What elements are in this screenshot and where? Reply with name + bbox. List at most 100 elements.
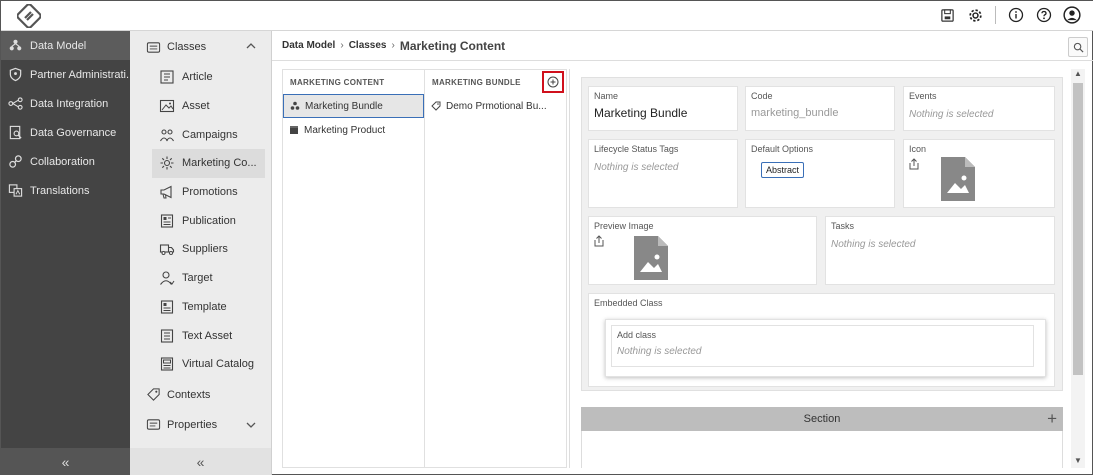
marketing-bundle-column: MARKETING BUNDLE Demo Prmotional Bu...: [425, 69, 567, 468]
class-properties-panel: Name Marketing Bundle Code marketing_bun…: [581, 77, 1063, 391]
field-value: Marketing Bundle: [594, 106, 688, 120]
breadcrumb-classes[interactable]: Classes: [349, 40, 387, 51]
help-icon[interactable]: [1034, 5, 1054, 25]
classes-icon: [146, 41, 161, 53]
list-item-label: Marketing Product: [304, 124, 386, 136]
search-icon: [1073, 42, 1084, 53]
class-label: Virtual Catalog: [182, 358, 254, 371]
abstract-chip[interactable]: Abstract: [761, 162, 805, 178]
group-properties[interactable]: Properties: [130, 411, 271, 439]
class-item-article[interactable]: Article: [130, 63, 271, 92]
field-label: Embedded Class: [594, 298, 663, 308]
class-item-publication[interactable]: Publication: [130, 206, 271, 235]
nav-item-data-integration[interactable]: Data Integration: [1, 89, 130, 118]
upload-icon[interactable]: [909, 158, 919, 170]
nav-label: Data Governance: [30, 126, 117, 139]
events-field[interactable]: Events Nothing is selected: [903, 86, 1055, 131]
breadcrumb-data-model[interactable]: Data Model: [282, 40, 335, 51]
group-classes[interactable]: Classes: [130, 31, 271, 63]
truck-icon: [159, 244, 175, 256]
add-section-button[interactable]: +: [1047, 409, 1057, 429]
nav-item-partner-administration[interactable]: Partner Administrati...: [1, 60, 130, 89]
image-placeholder-icon: [634, 236, 668, 280]
image-icon: [159, 99, 175, 113]
nav-item-data-governance[interactable]: Data Governance: [1, 118, 130, 147]
classes-sidebar: Classes Article Asset Campaigns Marketin…: [130, 31, 272, 475]
class-item-marketing-content[interactable]: Marketing Co...: [152, 149, 265, 178]
list-item-marketing-bundle[interactable]: Marketing Bundle: [283, 94, 424, 118]
class-item-campaigns[interactable]: Campaigns: [130, 120, 271, 149]
add-class-field[interactable]: Add class Nothing is selected: [611, 325, 1034, 367]
integration-icon: [8, 97, 23, 110]
class-item-text-asset[interactable]: Text Asset: [130, 321, 271, 350]
nav-label: Translations: [30, 184, 90, 197]
class-label: Suppliers: [182, 243, 228, 256]
marketing-content-column: MARKETING CONTENT Marketing Bundle Marke…: [282, 69, 425, 468]
field-label: Name: [594, 91, 619, 101]
class-label: Marketing Co...: [182, 157, 257, 170]
upload-icon[interactable]: [594, 235, 604, 247]
field-value: Nothing is selected: [594, 162, 679, 173]
class-item-suppliers[interactable]: Suppliers: [130, 235, 271, 264]
translations-icon: [8, 184, 23, 197]
code-field[interactable]: Code marketing_bundle: [745, 86, 895, 131]
detail-scrollbar[interactable]: ▲ ▼: [1071, 69, 1085, 468]
nav-item-translations[interactable]: Translations: [1, 176, 130, 205]
scrollbar-thumb[interactable]: [1073, 83, 1083, 375]
lifecycle-status-tags-field[interactable]: Lifecycle Status Tags Nothing is selecte…: [588, 139, 738, 208]
collaboration-icon: [9, 155, 22, 168]
chevron-down-icon[interactable]: [245, 419, 257, 431]
text-asset-icon: [160, 328, 174, 343]
search-button[interactable]: [1068, 37, 1088, 57]
scroll-up-icon[interactable]: ▲: [1071, 69, 1085, 81]
class-item-promotions[interactable]: Promotions: [130, 178, 271, 207]
template-icon: [160, 300, 174, 314]
tasks-field[interactable]: Tasks Nothing is selected: [825, 216, 1055, 285]
gear-icon[interactable]: [965, 5, 985, 25]
main-sidebar: Data Model Partner Administrati... Data …: [1, 31, 130, 475]
field-label: Code: [751, 91, 773, 101]
group-contexts[interactable]: Contexts: [130, 379, 271, 411]
breadcrumb-separator: ›: [340, 40, 344, 51]
nav-item-collaboration[interactable]: Collaboration: [1, 147, 130, 176]
class-item-template[interactable]: Template: [130, 293, 271, 322]
info-icon[interactable]: [1006, 5, 1026, 25]
bundle-icon: [290, 101, 300, 110]
field-value: Nothing is selected: [617, 346, 702, 357]
list-item-label: Demo Prmotional Bu...: [446, 100, 547, 112]
chevron-up-icon[interactable]: [245, 40, 257, 52]
app-logo-icon[interactable]: [17, 4, 41, 28]
scroll-down-icon[interactable]: ▼: [1071, 456, 1085, 468]
add-class-button[interactable]: [542, 71, 564, 93]
catalog-icon: [160, 357, 174, 371]
divider: [995, 6, 996, 24]
nav-item-data-model[interactable]: Data Model: [1, 31, 130, 60]
save-icon[interactable]: [937, 5, 957, 25]
group-label: Properties: [167, 418, 218, 431]
group-label: Classes: [167, 41, 207, 53]
class-label: Publication: [182, 214, 236, 227]
class-item-target[interactable]: Target: [130, 264, 271, 293]
field-label: Events: [909, 91, 937, 101]
marketing-content-icon: [160, 156, 174, 170]
name-field[interactable]: Name Marketing Bundle: [588, 86, 738, 131]
group-label: Contexts: [167, 388, 211, 401]
class-label: Promotions: [182, 186, 238, 199]
nav-label: Partner Administrati...: [30, 68, 130, 81]
list-item-demo-promotional-bundle[interactable]: Demo Prmotional Bu...: [425, 94, 566, 118]
nav-label: Collaboration: [30, 155, 95, 168]
person-icon: [160, 271, 175, 285]
tag-icon: [431, 101, 441, 111]
list-item-marketing-product[interactable]: Marketing Product: [283, 118, 424, 142]
class-label: Article: [182, 71, 213, 84]
collapse-subnav-button[interactable]: «: [130, 448, 271, 475]
field-label: Default Options: [751, 144, 814, 154]
collapse-sidebar-button[interactable]: «: [1, 448, 130, 475]
class-item-asset[interactable]: Asset: [130, 92, 271, 121]
publication-icon: [160, 214, 174, 228]
class-item-virtual-catalog[interactable]: Virtual Catalog: [130, 350, 271, 379]
class-label: Asset: [182, 100, 210, 113]
user-avatar-icon[interactable]: [1062, 5, 1082, 25]
top-bar: [1, 1, 1093, 31]
field-label: Add class: [617, 330, 657, 340]
